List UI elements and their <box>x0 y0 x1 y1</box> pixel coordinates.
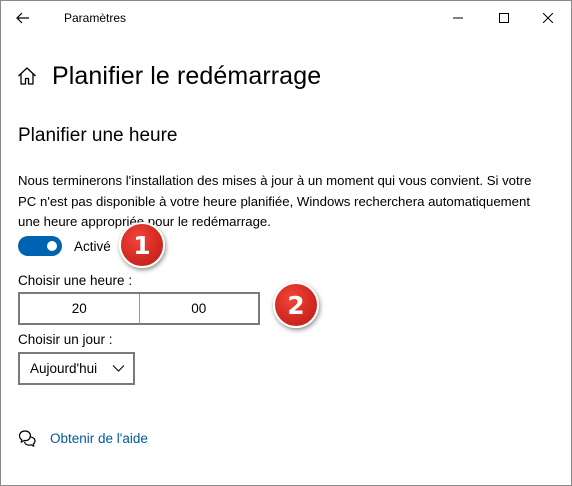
back-arrow-icon <box>16 12 29 24</box>
home-icon[interactable] <box>17 65 39 87</box>
help-link[interactable]: Obtenir de l'aide <box>50 431 148 446</box>
time-picker[interactable]: 20 00 <box>18 292 260 325</box>
chevron-down-icon <box>112 365 125 372</box>
day-selected-value: Aujourd'hui <box>30 361 98 376</box>
annotation-badge-1: 1 <box>119 222 165 268</box>
maximize-icon <box>499 13 509 23</box>
section-description: Nous terminerons l'installation des mise… <box>18 173 532 229</box>
close-icon <box>543 13 553 23</box>
settings-window: Paramètres Planifier le redémarrage Plan… <box>0 0 572 486</box>
toggle-knob <box>47 241 57 251</box>
close-button[interactable] <box>525 1 571 35</box>
day-label: Choisir un jour : <box>18 332 113 347</box>
day-dropdown[interactable]: Aujourd'hui <box>18 352 135 385</box>
time-label: Choisir une heure : <box>18 273 133 288</box>
title-bar: Paramètres <box>1 1 571 35</box>
restart-toggle-switch[interactable] <box>18 236 62 256</box>
restart-toggle-row: Activé <box>18 235 111 257</box>
maximize-button[interactable] <box>481 1 527 35</box>
minimize-icon <box>453 17 463 19</box>
minimize-button[interactable] <box>435 1 481 35</box>
hour-field[interactable]: 20 <box>20 294 139 323</box>
back-button[interactable] <box>9 5 37 31</box>
minute-field[interactable]: 00 <box>138 294 259 323</box>
help-chat-icon <box>18 430 36 447</box>
annotation-badge-2: 2 <box>273 282 319 328</box>
toggle-label: Activé <box>74 238 111 254</box>
section-title: Planifier une heure <box>18 125 178 146</box>
page-title: Planifier le redémarrage <box>52 61 322 90</box>
help-link-row[interactable]: Obtenir de l'aide <box>18 427 148 449</box>
page-header: Planifier le redémarrage <box>17 59 321 93</box>
app-title: Paramètres <box>64 11 127 25</box>
